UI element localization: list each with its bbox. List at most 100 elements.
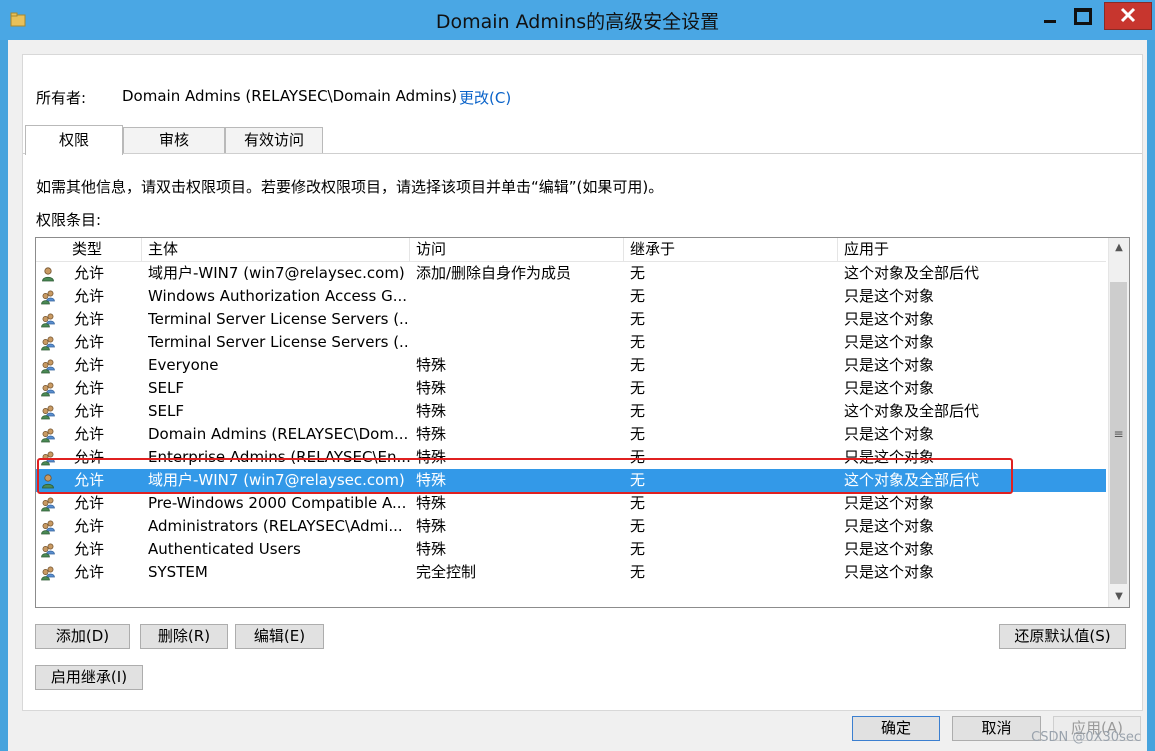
column-header-inherited-from[interactable]: 继承于 bbox=[624, 238, 838, 261]
cell-applies-to: 只是这个对象 bbox=[844, 517, 935, 535]
single-user-icon bbox=[42, 267, 54, 282]
vertical-scrollbar[interactable]: ▲ ≡ ▼ bbox=[1108, 238, 1129, 607]
table-row[interactable]: 允许 Authenticated Users 特殊 无 只是这个对象 bbox=[36, 538, 1106, 561]
cell-principal: Domain Admins (RELAYSEC\Dom... bbox=[148, 425, 409, 443]
group-icon bbox=[41, 336, 55, 351]
cell-principal: Pre-Windows 2000 Compatible A... bbox=[148, 494, 407, 512]
minimize-button[interactable] bbox=[1034, 3, 1066, 29]
cell-applies-to: 只是这个对象 bbox=[844, 310, 935, 328]
watermark: CSDN @0X30sec bbox=[1031, 730, 1141, 745]
cell-principal: Windows Authorization Access G... bbox=[148, 287, 408, 305]
table-row[interactable]: 允许 Everyone 特殊 无 只是这个对象 bbox=[36, 354, 1106, 377]
table-row[interactable]: 允许 域用户-WIN7 (win7@relaysec.com) 添加/删除自身作为成… bbox=[36, 262, 1106, 285]
cell-principal: 域用户-WIN7 (win7@relaysec.com) bbox=[148, 264, 405, 282]
info-text: 如需其他信息，请双击权限项目。若要修改权限项目，请选择该项目并单击“编辑”(如果… bbox=[36, 178, 664, 196]
table-row[interactable]: 允许 Domain Admins (RELAYSEC\Dom... 特殊 无 只是这个对… bbox=[36, 423, 1106, 446]
cell-inherited-from: 无 bbox=[630, 287, 646, 305]
table-row[interactable]: 允许 Windows Authorization Access G... 无 只是这个… bbox=[36, 285, 1106, 308]
cell-inherited-from: 无 bbox=[630, 310, 646, 328]
permission-entries-list[interactable]: 类型 主体 访问 继承于 应用于 允许 域用户-WIN7 (win7@relays… bbox=[35, 237, 1130, 608]
cell-type: 允许 bbox=[74, 333, 105, 351]
enable-inheritance-button[interactable]: 启用继承(I) bbox=[35, 665, 143, 690]
column-header-access[interactable]: 访问 bbox=[410, 238, 624, 261]
cell-principal: Everyone bbox=[148, 356, 219, 374]
cell-access: 添加/删除自身作为成员 bbox=[416, 264, 572, 282]
cell-principal: Administrators (RELAYSEC\Admi... bbox=[148, 517, 403, 535]
cell-inherited-from: 无 bbox=[630, 356, 646, 374]
table-row[interactable]: 允许 Administrators (RELAYSEC\Admi... 特殊 无 只是这… bbox=[36, 515, 1106, 538]
cell-type: 允许 bbox=[74, 517, 105, 535]
add-button[interactable]: 添加(D) bbox=[35, 624, 130, 649]
cell-type: 允许 bbox=[74, 310, 105, 328]
group-icon bbox=[41, 543, 55, 558]
cell-type: 允许 bbox=[74, 540, 105, 558]
group-icon bbox=[41, 382, 55, 397]
tab-permissions[interactable]: 权限 bbox=[25, 125, 123, 155]
tab-effective-access[interactable]: 有效访问 bbox=[225, 127, 323, 153]
cell-applies-to: 只是这个对象 bbox=[844, 563, 935, 581]
cell-applies-to: 只是这个对象 bbox=[844, 425, 935, 443]
cell-principal: Terminal Server License Servers (... bbox=[148, 310, 410, 328]
remove-button[interactable]: 删除(R) bbox=[140, 624, 228, 649]
cell-applies-to: 只是这个对象 bbox=[844, 287, 935, 305]
scroll-thumb[interactable]: ≡ bbox=[1110, 282, 1127, 584]
cell-type: 允许 bbox=[74, 563, 105, 581]
tab-auditing[interactable]: 审核 bbox=[123, 127, 225, 153]
table-row[interactable]: 允许 SYSTEM 完全控制 无 只是这个对象 bbox=[36, 561, 1106, 584]
group-icon bbox=[41, 566, 55, 581]
restore-defaults-button[interactable]: 还原默认值(S) bbox=[999, 624, 1126, 649]
cell-inherited-from: 无 bbox=[630, 379, 646, 397]
cell-type: 允许 bbox=[74, 494, 105, 512]
title-bar: Domain Admins的高级安全设置 bbox=[0, 0, 1155, 40]
scroll-down-button[interactable]: ▼ bbox=[1109, 587, 1129, 607]
cell-access: 特殊 bbox=[416, 379, 447, 397]
permission-entries-label: 权限条目: bbox=[36, 211, 102, 229]
cancel-button[interactable]: 取消 bbox=[952, 716, 1041, 741]
cell-principal: SELF bbox=[148, 379, 184, 397]
cell-access: 特殊 bbox=[416, 425, 447, 443]
close-button[interactable] bbox=[1104, 2, 1152, 30]
cell-access: 完全控制 bbox=[416, 563, 477, 581]
scroll-grip-icon: ≡ bbox=[1113, 427, 1124, 441]
column-header-principal[interactable]: 主体 bbox=[142, 238, 410, 261]
cell-principal: SELF bbox=[148, 402, 184, 420]
scroll-up-button[interactable]: ▲ bbox=[1109, 238, 1129, 258]
table-row[interactable]: 允许 Terminal Server License Servers (... 无 只… bbox=[36, 308, 1106, 331]
group-icon bbox=[41, 290, 55, 305]
cell-access: 特殊 bbox=[416, 494, 447, 512]
cell-access: 特殊 bbox=[416, 540, 447, 558]
cell-access: 特殊 bbox=[416, 402, 447, 420]
cell-type: 允许 bbox=[74, 264, 105, 282]
cell-inherited-from: 无 bbox=[630, 563, 646, 581]
annotation-highlight-box bbox=[37, 458, 1013, 494]
owner-value: Domain Admins (RELAYSEC\Domain Admins) bbox=[122, 87, 458, 105]
cell-inherited-from: 无 bbox=[630, 517, 646, 535]
cell-inherited-from: 无 bbox=[630, 425, 646, 443]
close-icon bbox=[1120, 7, 1136, 23]
tab-strip-divider bbox=[23, 153, 1142, 154]
table-row[interactable]: 允许 SELF 特殊 无 这个对象及全部后代 bbox=[36, 400, 1106, 423]
dialog-client-area: 所有者: Domain Admins (RELAYSEC\Domain Admi… bbox=[8, 40, 1147, 751]
cell-type: 允许 bbox=[74, 379, 105, 397]
group-icon bbox=[41, 405, 55, 420]
edit-button[interactable]: 编辑(E) bbox=[235, 624, 324, 649]
column-header-type[interactable]: 类型 bbox=[66, 238, 142, 261]
maximize-button[interactable] bbox=[1066, 3, 1098, 29]
table-row[interactable]: 允许 SELF 特殊 无 只是这个对象 bbox=[36, 377, 1106, 400]
cell-applies-to: 只是这个对象 bbox=[844, 379, 935, 397]
cell-principal: Terminal Server License Servers (... bbox=[148, 333, 410, 351]
owner-label: 所有者: bbox=[36, 89, 87, 107]
cell-applies-to: 只是这个对象 bbox=[844, 333, 935, 351]
window-title: Domain Admins的高级安全设置 bbox=[435, 11, 720, 33]
cell-applies-to: 这个对象及全部后代 bbox=[844, 264, 980, 282]
ok-button[interactable]: 确定 bbox=[852, 716, 940, 741]
table-row[interactable]: 允许 Terminal Server License Servers (... 无 只… bbox=[36, 331, 1106, 354]
column-header-applies-to[interactable]: 应用于 bbox=[838, 238, 1106, 261]
cell-type: 允许 bbox=[74, 356, 105, 374]
cell-inherited-from: 无 bbox=[630, 540, 646, 558]
group-icon bbox=[41, 497, 55, 512]
table-row[interactable]: 允许 Pre-Windows 2000 Compatible A... 特殊 无 只是这… bbox=[36, 492, 1106, 515]
cell-principal: SYSTEM bbox=[148, 563, 208, 581]
change-owner-link[interactable]: 更改(C) bbox=[459, 87, 511, 108]
cell-applies-to: 这个对象及全部后代 bbox=[844, 402, 980, 420]
